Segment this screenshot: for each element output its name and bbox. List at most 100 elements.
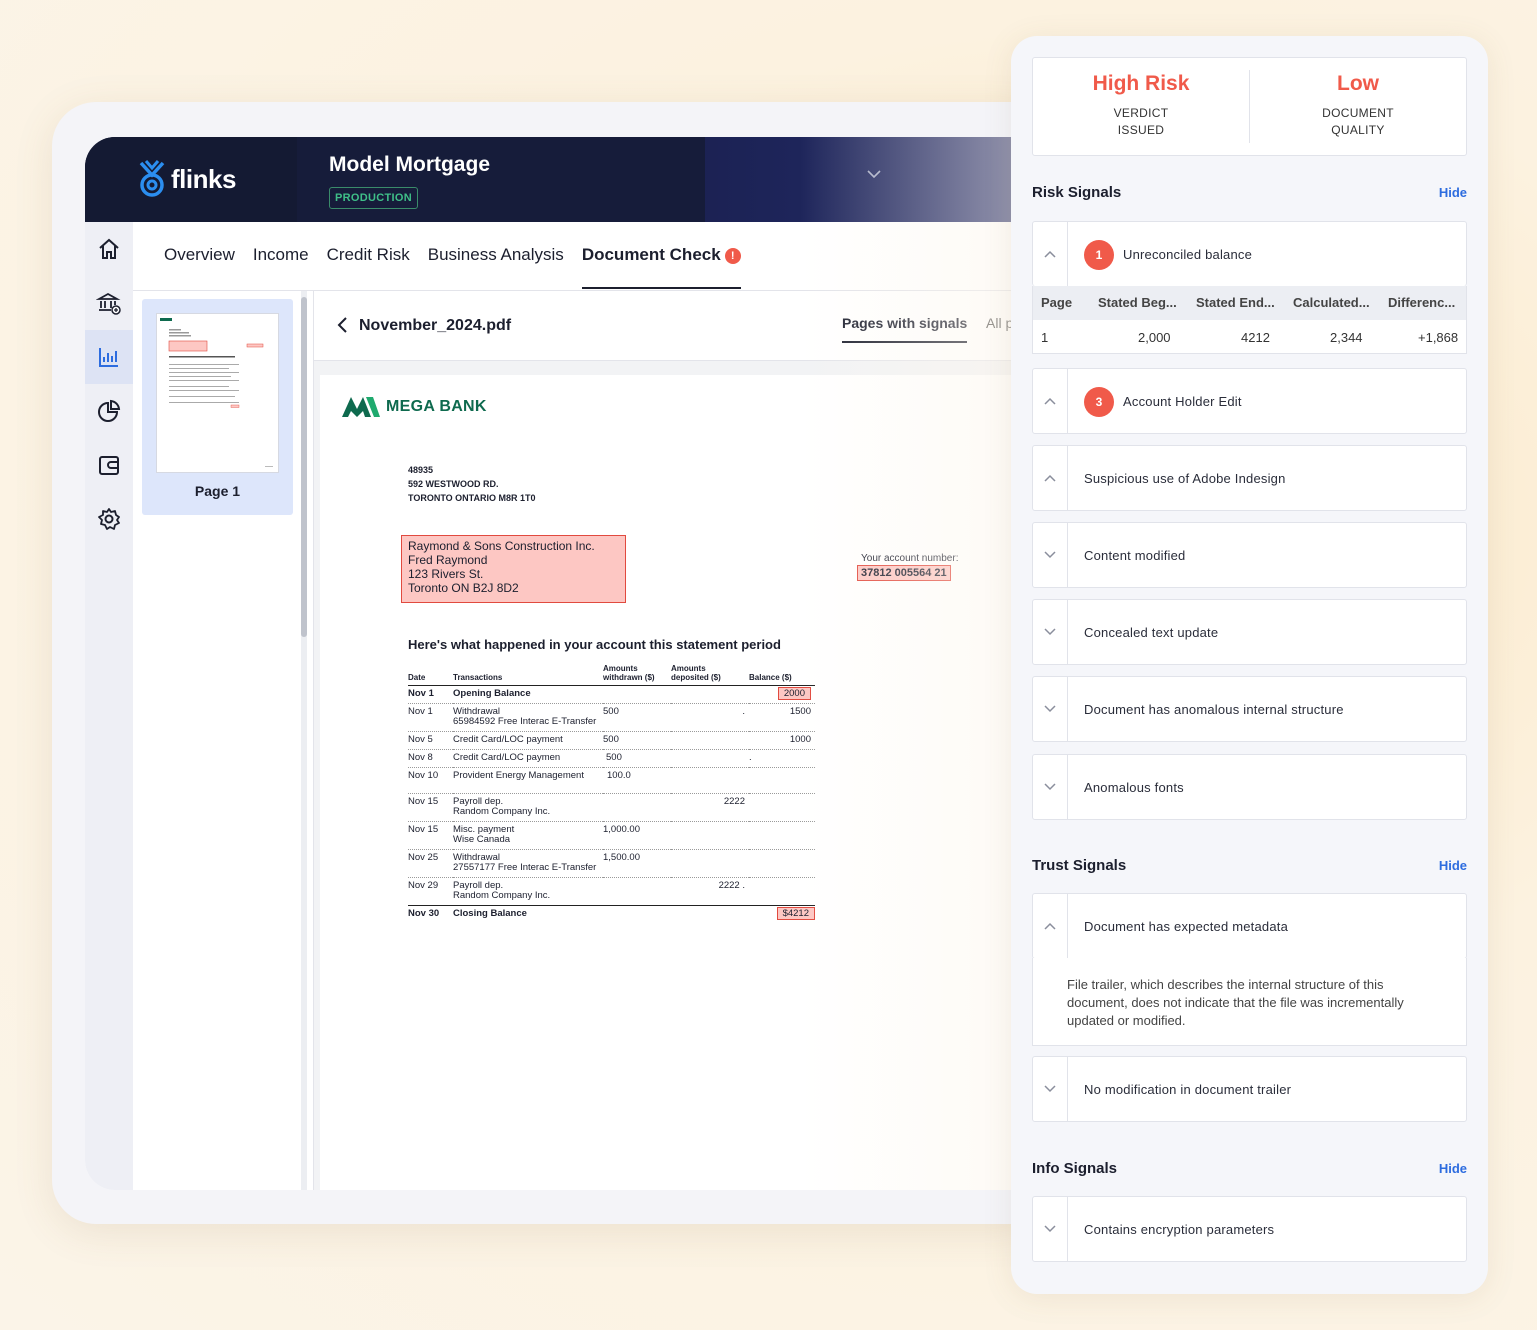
tab-credit-risk[interactable]: Credit Risk <box>327 245 410 289</box>
opening-balance-highlight[interactable]: 2000 <box>777 687 811 700</box>
row-balance: 1500 <box>749 703 815 732</box>
table-row: Nov 15 Payroll dep. Random Company Inc. 2… <box>408 793 815 822</box>
row-desc: Payroll dep. Random Company Inc. <box>453 877 603 906</box>
nav-banking[interactable] <box>85 276 133 330</box>
nav-settings[interactable] <box>85 492 133 546</box>
table-header-row: Date Transactions Amounts withdrawn ($) A… <box>408 663 815 686</box>
row-balance <box>749 877 815 906</box>
quality-value: Low <box>1337 72 1379 95</box>
tab-document-check[interactable]: Document Check! <box>581 245 741 289</box>
signal-unreconciled-balance[interactable]: 1 Unreconciled balance <box>1032 221 1467 286</box>
chevron-down-icon[interactable] <box>867 169 881 179</box>
signal-toggle[interactable] <box>1033 600 1068 664</box>
signal-toggle[interactable] <box>1033 446 1068 510</box>
closing-balance-highlight[interactable]: $4212 <box>776 907 815 920</box>
signal-concealed-text[interactable]: Concealed text update <box>1032 599 1467 665</box>
col-balance: Balance ($) <box>749 663 815 686</box>
signal-adobe-indesign[interactable]: Suspicious use of Adobe Indesign <box>1032 445 1467 511</box>
signal-account-holder-edit[interactable]: 3 Account Holder Edit <box>1032 368 1467 434</box>
row-desc: Withdrawal 27557177 Free Interac E-Transf… <box>453 849 603 878</box>
signal-toggle[interactable] <box>1033 1057 1068 1121</box>
tab-pages-with-signals[interactable]: Pages with signals <box>842 315 968 343</box>
chevron-down-icon <box>1044 1225 1056 1233</box>
tab-label: Overview <box>164 245 235 264</box>
signal-toggle[interactable] <box>1033 369 1068 433</box>
holder-line: Fred Raymond <box>408 553 488 567</box>
quality-label: DOCUMENT QUALITY <box>1250 105 1466 139</box>
signal-anomalous-fonts[interactable]: Anomalous fonts <box>1032 754 1467 820</box>
signal-toggle[interactable] <box>1033 894 1068 958</box>
scrollbar-thumb[interactable] <box>301 297 307 637</box>
table-row: Nov 29 Payroll dep. Random Company Inc. 2… <box>408 877 815 906</box>
chevron-down-icon <box>1044 705 1056 713</box>
account-holder-highlight[interactable]: Raymond & Sons Construction Inc. Fred Ra… <box>401 535 626 603</box>
chevron-down-icon <box>1044 783 1056 791</box>
tab-business-analysis[interactable]: Business Analysis <box>428 245 564 289</box>
signal-content-modified[interactable]: Content modified <box>1032 522 1467 588</box>
signal-toggle[interactable] <box>1033 1197 1068 1261</box>
thumbnail-image <box>160 318 273 467</box>
chevron-up-icon <box>1044 250 1056 258</box>
signal-toggle[interactable] <box>1033 523 1068 587</box>
tab-income[interactable]: Income <box>253 245 309 289</box>
row-desc: Credit Card/LOC payment <box>453 731 603 750</box>
tab-overview[interactable]: Overview <box>164 245 235 289</box>
holder-line: Raymond & Sons Construction Inc. <box>408 539 595 553</box>
address-line: TORONTO ONTARIO M8R 1T0 <box>408 493 536 503</box>
col-transactions: Transactions <box>453 663 603 686</box>
page-thumbnail[interactable]: Page 1 <box>142 299 293 515</box>
project-selector[interactable]: Model Mortgage PRODUCTION <box>297 137 881 222</box>
info-signals-hide-link[interactable]: Hide <box>1439 1161 1467 1176</box>
signal-label: Suspicious use of Adobe Indesign <box>1084 471 1286 486</box>
row-date: Nov 15 <box>408 821 453 850</box>
tab-all-pages[interactable]: All p <box>986 315 1013 331</box>
verdict-card: High Risk VERDICT ISSUED Low DOCUMENT QU… <box>1032 57 1467 156</box>
td-stated-ending: 4212 <box>1241 330 1270 345</box>
th-calculated: Calculated... <box>1293 295 1370 310</box>
home-icon <box>99 238 119 259</box>
row-deposited <box>671 685 749 704</box>
td-page: 1 <box>1041 330 1049 345</box>
flinks-logo[interactable]: flinks <box>137 159 236 199</box>
signal-encryption-parameters[interactable]: Contains encryption parameters <box>1032 1196 1467 1262</box>
table-row: Nov 10 Provident Energy Management 100.0 <box>408 767 815 794</box>
holder-line: Toronto ON B2J 8D2 <box>408 581 519 595</box>
nav-analytics[interactable] <box>85 330 133 384</box>
col-deposited: Amounts deposited ($) <box>671 663 749 686</box>
risk-signals-hide-link[interactable]: Hide <box>1439 185 1467 200</box>
document-viewer: MEGA BANK 48935 592 WESTWOOD RD. TORONTO… <box>314 361 1032 1190</box>
signal-toggle[interactable] <box>1033 677 1068 741</box>
table-row: Nov 1 Opening Balance 2000 <box>408 685 815 704</box>
mega-bank-logo-icon <box>342 397 380 417</box>
table-row: Nov 8 Credit Card/LOC paymen 500 . <box>408 749 815 768</box>
row-balance <box>749 821 815 850</box>
signal-anomalous-structure[interactable]: Document has anomalous internal structur… <box>1032 676 1467 742</box>
trust-signals-hide-link[interactable]: Hide <box>1439 858 1467 873</box>
row-date: Nov 10 <box>408 767 453 794</box>
row-desc: Withdrawal 65984592 Free Interac E-Transf… <box>453 703 603 732</box>
nav-home[interactable] <box>85 222 133 276</box>
row-date: Nov 25 <box>408 849 453 878</box>
address-line: 48935 <box>408 465 434 475</box>
signals-panel: High Risk VERDICT ISSUED Low DOCUMENT QU… <box>1011 36 1488 1294</box>
nav-wallet[interactable] <box>85 438 133 492</box>
logo-text: flinks <box>171 163 236 194</box>
row-withdrawn <box>603 905 671 923</box>
col-date: Date <box>408 663 453 686</box>
wallet-icon <box>99 456 119 475</box>
signal-no-trailer-modification[interactable]: No modification in document trailer <box>1032 1056 1467 1122</box>
back-arrow-icon[interactable] <box>336 316 348 334</box>
row-desc-line2: Wise Canada <box>453 834 511 845</box>
row-desc: Credit Card/LOC paymen <box>453 749 603 768</box>
nav-reports[interactable] <box>85 384 133 438</box>
row-withdrawn: 1,000.00 <box>603 821 671 850</box>
account-number-highlight[interactable]: 37812 005564 21 <box>857 565 951 581</box>
signal-expected-metadata[interactable]: Document has expected metadata <box>1032 893 1467 959</box>
holder-line: 123 Rivers St. <box>408 567 484 581</box>
row-balance: . <box>749 749 815 768</box>
signal-toggle[interactable] <box>1033 755 1068 819</box>
signal-label: Contains encryption parameters <box>1084 1222 1275 1237</box>
verdict-label: VERDICT ISSUED <box>1033 105 1249 139</box>
signal-toggle[interactable] <box>1033 222 1068 286</box>
main-tabs: Overview Income Credit Risk Business Ana… <box>164 245 741 289</box>
